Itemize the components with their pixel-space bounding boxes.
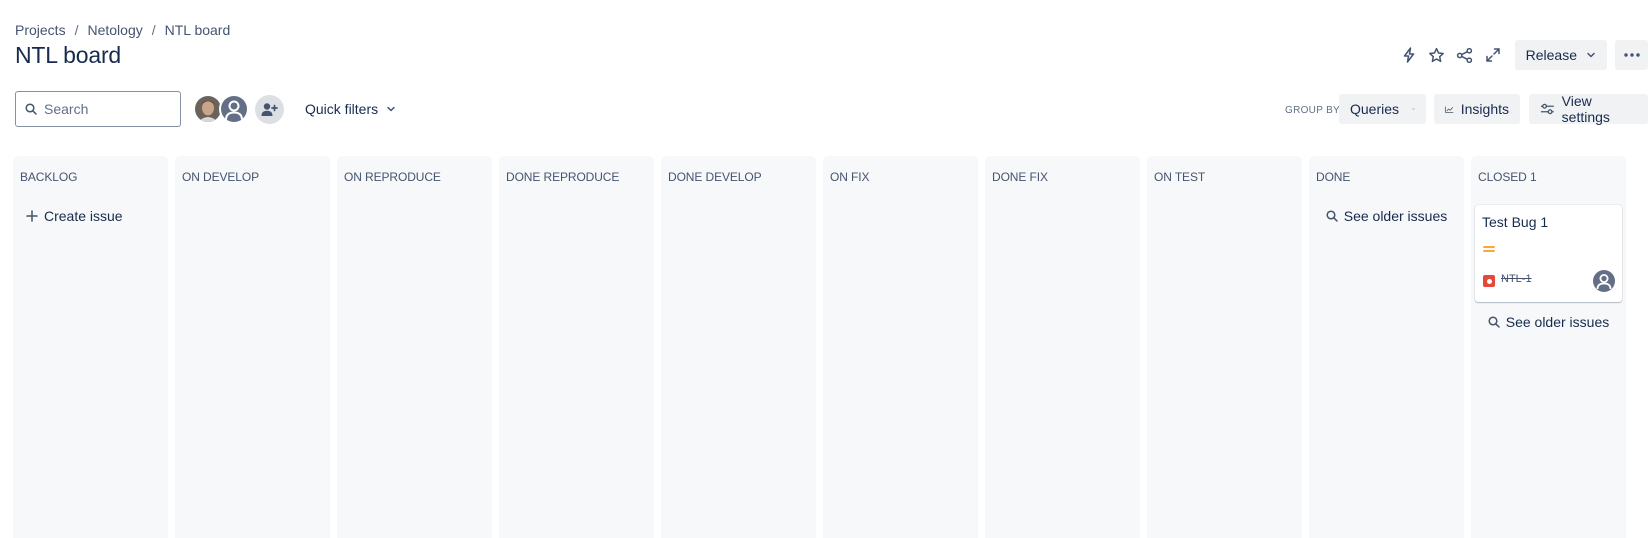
- avatar-group: [193, 94, 249, 124]
- group-by-dropdown[interactable]: Queries: [1339, 94, 1426, 124]
- column-title: DONE DEVELOP: [668, 170, 762, 184]
- column-on-develop: ON DEVELOP: [175, 156, 330, 538]
- quick-filters-label: Quick filters: [305, 101, 379, 117]
- share-icon: [1456, 47, 1473, 63]
- add-people-button[interactable]: [255, 95, 284, 124]
- assignee-avatar[interactable]: [1593, 270, 1615, 292]
- search-icon: [1326, 210, 1338, 222]
- quick-filters-dropdown[interactable]: Quick filters: [297, 94, 404, 124]
- breadcrumb-separator: /: [74, 22, 79, 38]
- chevron-down-icon: [1412, 108, 1415, 110]
- share-button[interactable]: [1451, 41, 1479, 69]
- breadcrumb-projects[interactable]: Projects: [15, 22, 66, 38]
- search-icon: [25, 103, 37, 115]
- group-by-label: GROUP BY: [1285, 105, 1341, 116]
- lightning-icon: [1403, 47, 1414, 63]
- group-by-value: Queries: [1350, 101, 1400, 117]
- column-closed: CLOSED 1 Test Bug 1 NTL-1 See older issu…: [1471, 156, 1626, 538]
- page-title: NTL board: [15, 42, 122, 68]
- breadcrumb-separator: /: [151, 22, 156, 38]
- insights-button[interactable]: Insights: [1434, 94, 1520, 124]
- see-older-issues-button[interactable]: See older issues: [1309, 201, 1464, 231]
- breadcrumb-netology[interactable]: Netology: [87, 22, 142, 38]
- see-older-issues-label: See older issues: [1343, 208, 1448, 224]
- view-settings-label: View settings: [1561, 93, 1610, 125]
- release-label: Release: [1525, 47, 1577, 63]
- board: BACKLOG Create issue ON DEVELOP ON REPRO…: [13, 156, 1626, 538]
- column-title: DONE FIX: [992, 170, 1048, 184]
- ellipsis-icon: [1623, 53, 1640, 57]
- line-chart-icon: [1445, 106, 1454, 113]
- add-person-icon: [261, 103, 278, 116]
- issue-card[interactable]: Test Bug 1 NTL-1: [1475, 205, 1622, 302]
- column-title: BACKLOG: [20, 170, 78, 184]
- column-done: DONE See older issues: [1309, 156, 1464, 538]
- release-button[interactable]: Release: [1514, 40, 1607, 70]
- column-title: DONE REPRODUCE: [506, 170, 620, 184]
- create-issue-button[interactable]: Create issue: [20, 201, 123, 231]
- column-backlog: BACKLOG Create issue: [13, 156, 168, 538]
- column-title: ON FIX: [830, 170, 870, 184]
- automation-button[interactable]: [1395, 41, 1423, 69]
- header-actions: Release: [1395, 40, 1648, 70]
- star-icon: [1429, 47, 1445, 62]
- expand-icon: [1485, 48, 1500, 62]
- column-on-test: ON TEST: [1147, 156, 1302, 538]
- priority-medium-icon: [1483, 246, 1495, 252]
- avatar-default-user[interactable]: [219, 94, 249, 124]
- search-icon: [1488, 316, 1500, 328]
- create-issue-label: Create issue: [44, 208, 123, 224]
- column-title: ON DEVELOP: [182, 170, 260, 184]
- column-done-reproduce: DONE REPRODUCE: [499, 156, 654, 538]
- chevron-down-icon: [1587, 52, 1595, 58]
- column-on-fix: ON FIX: [823, 156, 978, 538]
- column-title: DONE: [1316, 170, 1351, 184]
- breadcrumb: Projects / Netology / NTL board: [15, 22, 230, 38]
- star-button[interactable]: [1423, 41, 1451, 69]
- see-older-issues-label: See older issues: [1505, 314, 1610, 330]
- issue-key[interactable]: NTL-1: [1501, 273, 1532, 285]
- bug-icon: [1483, 275, 1495, 287]
- card-summary: Test Bug 1: [1482, 214, 1549, 230]
- expand-button[interactable]: [1479, 41, 1507, 69]
- view-settings-button[interactable]: View settings: [1529, 93, 1648, 125]
- insights-label: Insights: [1460, 101, 1509, 117]
- sliders-icon: [1540, 103, 1554, 115]
- column-title: ON REPRODUCE: [344, 170, 441, 184]
- column-done-fix: DONE FIX: [985, 156, 1140, 538]
- column-title: ON TEST: [1154, 170, 1206, 184]
- column-on-reproduce: ON REPRODUCE: [337, 156, 492, 538]
- more-actions-button[interactable]: [1615, 40, 1648, 70]
- plus-icon: [26, 210, 38, 222]
- search-input[interactable]: [44, 101, 174, 117]
- chevron-down-icon: [387, 106, 395, 112]
- see-older-issues-button[interactable]: See older issues: [1471, 307, 1626, 337]
- column-done-develop: DONE DEVELOP: [661, 156, 816, 538]
- search-box[interactable]: [15, 91, 181, 127]
- column-title: CLOSED 1: [1478, 170, 1537, 184]
- breadcrumb-ntl-board[interactable]: NTL board: [165, 22, 231, 38]
